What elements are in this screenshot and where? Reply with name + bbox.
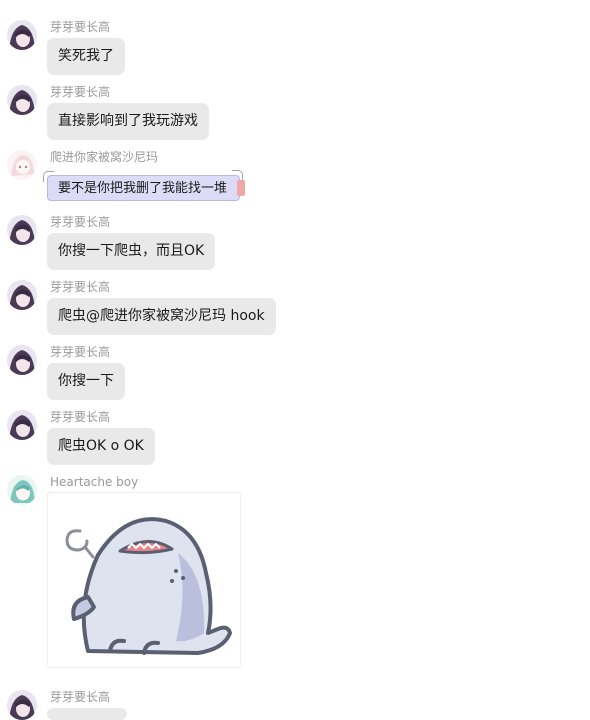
- sender-name: 芽芽要长高: [50, 410, 111, 424]
- message-bubble[interactable]: 爬虫@爬进你家被窝沙尼玛 hook: [47, 298, 276, 335]
- sender-name: 芽芽要长高: [50, 690, 111, 704]
- sender-name: 芽芽要长高: [50, 345, 111, 359]
- purple-anime-avatar-icon[interactable]: [7, 690, 37, 720]
- purple-anime-avatar-icon[interactable]: [7, 280, 37, 310]
- message-bubble[interactable]: 要不是你把我删了我能找一堆: [43, 170, 246, 201]
- message-bubble[interactable]: 爬虫OK o OK: [47, 428, 155, 465]
- message-bubble[interactable]: 直接影响到了我玩游戏: [47, 103, 209, 140]
- shark-sticker[interactable]: [47, 492, 241, 668]
- teal-anime-avatar-icon[interactable]: [7, 475, 37, 505]
- sender-name: Heartache boy: [50, 475, 139, 489]
- sender-name: 芽芽要长高: [50, 20, 111, 34]
- purple-anime-avatar-icon[interactable]: [7, 215, 37, 245]
- purple-anime-avatar-icon[interactable]: [7, 410, 37, 440]
- message-text: 要不是你把我删了我能找一堆: [58, 181, 228, 196]
- purple-anime-avatar-icon[interactable]: [7, 85, 37, 115]
- sender-name: 芽芽要长高: [50, 215, 111, 229]
- message-bubble[interactable]: 笑死我了: [47, 38, 125, 75]
- bubble-decoration: [43, 171, 54, 182]
- bubble-decoration: [237, 180, 246, 196]
- message-bubble[interactable]: [47, 708, 127, 720]
- purple-anime-avatar-icon[interactable]: [7, 345, 37, 375]
- purple-anime-avatar-icon[interactable]: [7, 20, 37, 50]
- sender-name: 芽芽要长高: [50, 85, 111, 99]
- message-bubble[interactable]: 你搜一下爬虫，而且OK: [47, 233, 216, 270]
- pink-anime-avatar-icon[interactable]: [7, 150, 37, 180]
- sender-name: 芽芽要长高: [50, 280, 111, 294]
- message-bubble[interactable]: 你搜一下: [47, 363, 125, 400]
- sender-name: 爬进你家被窝沙尼玛: [50, 150, 159, 164]
